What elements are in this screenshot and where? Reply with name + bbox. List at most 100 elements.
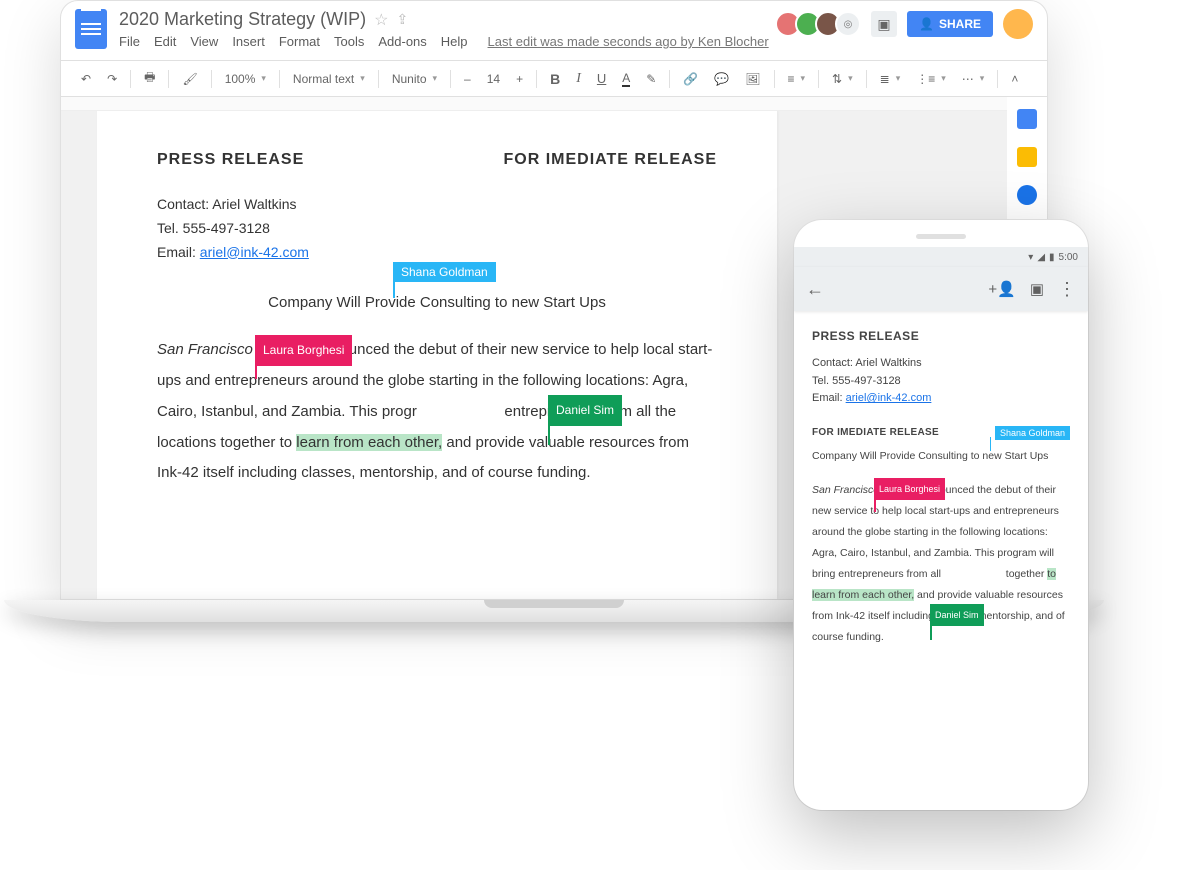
mobile-email-link[interactable]: ariel@ink-42.com — [846, 392, 932, 404]
menu-view[interactable]: View — [190, 34, 218, 49]
mobile-headline-b: to new Start Ups — [968, 450, 1049, 462]
back-icon[interactable]: ← — [806, 279, 824, 300]
share-label: SHARE — [939, 17, 981, 31]
italic-button[interactable]: I — [570, 67, 587, 91]
cursor-line-icon — [874, 492, 876, 512]
move-folder-icon[interactable]: ⇪ — [396, 11, 408, 28]
more-vert-icon[interactable]: ⋮ — [1058, 279, 1076, 300]
signal-icon: ◢ — [1037, 252, 1045, 263]
body-location: San Francisco — [157, 341, 253, 358]
collaborator-avatars: ◎ — [781, 11, 861, 37]
wifi-icon: ▾ — [1028, 252, 1033, 263]
align-button[interactable]: ≡ — [782, 68, 812, 90]
cursor-line-icon — [548, 415, 550, 445]
redo-button[interactable]: ↷ — [101, 68, 123, 90]
print-button[interactable]: 🖶 — [138, 64, 161, 93]
collaborator-cursor-daniel: Daniel Sim — [548, 395, 622, 426]
mobile-contact-tel: Tel. 555-497-3128 — [812, 373, 1070, 391]
header-right: ◎ ▣ 👤 SHARE — [781, 9, 1033, 39]
bold-button[interactable]: B — [544, 67, 566, 91]
profile-avatar[interactable] — [1003, 9, 1033, 39]
person-add-icon: 👤 — [919, 17, 934, 31]
font-size-decrease[interactable]: – — [458, 68, 477, 90]
mobile-body-b: together — [1006, 568, 1047, 580]
text-color-button[interactable]: A — [616, 67, 636, 91]
calendar-icon[interactable] — [1017, 109, 1037, 129]
font-size-input[interactable]: 14 — [481, 68, 506, 90]
star-icon[interactable]: ☆ — [374, 10, 388, 30]
collaborator-cursor-laura: Laura Borghesi — [255, 335, 352, 366]
ruler[interactable] — [61, 97, 1007, 111]
paint-format-button[interactable]: 🖌 — [176, 68, 203, 90]
last-edit-info[interactable]: Last edit was made seconds ago by Ken Bl… — [488, 34, 769, 49]
cursor-line-icon — [930, 618, 932, 640]
mobile-body-sf: San Francisco — [812, 484, 879, 496]
laptop-notch — [484, 600, 624, 608]
underline-button[interactable]: U — [591, 67, 612, 90]
immediate-release-heading: FOR IMEDIATE RELEASE — [504, 151, 718, 169]
press-release-heading: PRESS RELEASE — [157, 151, 304, 169]
phone-speaker — [916, 234, 966, 239]
menu-bar: File Edit View Insert Format Tools Add-o… — [119, 34, 769, 49]
zoom-select[interactable]: 100% — [219, 68, 272, 90]
menu-tools[interactable]: Tools — [334, 34, 364, 49]
headline-part-a: Company Will Provide Consulting — [268, 294, 491, 311]
title-block: 2020 Marketing Strategy (WIP) ☆ ⇪ File E… — [119, 9, 769, 49]
numbered-list-button[interactable]: ≣ — [874, 68, 907, 90]
mobile-body: Laura Borghesi Daniel Sim San Francisco … — [812, 480, 1070, 648]
line-spacing-button[interactable]: ⇅ — [826, 68, 859, 90]
mobile-press-release: PRESS RELEASE — [812, 329, 1070, 343]
paragraph-style-select[interactable]: Normal text — [287, 68, 371, 90]
contact-tel: Tel. 555-497-3128 — [157, 217, 717, 241]
contact-email-link[interactable]: ariel@ink-42.com — [200, 244, 309, 260]
tasks-icon[interactable] — [1017, 185, 1037, 205]
more-button[interactable]: ⋯ — [956, 68, 991, 90]
mobile-headline: Company Will Provide Consulting to new S… — [812, 450, 1070, 462]
battery-icon: ▮ — [1049, 252, 1055, 263]
share-button[interactable]: 👤 SHARE — [907, 11, 993, 37]
document-body: Laura Borghesi Daniel Sim San Francisco … — [157, 335, 717, 489]
cursor-line-icon — [393, 280, 395, 298]
bulleted-list-button[interactable]: ⋮≡ — [910, 68, 952, 90]
document-headline: Shana Goldman Company Will Provide Consu… — [157, 294, 717, 311]
person-add-icon[interactable]: +👤 — [988, 280, 1015, 298]
mobile-cursor-shana: Shana Goldman — [995, 426, 1070, 440]
cursor-line-icon — [990, 437, 992, 451]
highlight-button[interactable]: ✎ — [640, 68, 662, 90]
comment-icon[interactable]: ▣ — [1030, 280, 1044, 298]
undo-button[interactable]: ↶ — [75, 68, 97, 90]
insert-comment-button[interactable]: 💬 — [708, 68, 735, 90]
docs-logo-icon[interactable] — [75, 9, 107, 49]
document-page[interactable]: PRESS RELEASE FOR IMEDIATE RELEASE Conta… — [97, 111, 777, 599]
mobile-cursor-laura: Laura Borghesi — [874, 478, 945, 500]
menu-addons[interactable]: Add-ons — [378, 34, 426, 49]
insert-image-button[interactable]: 🖼 — [739, 68, 766, 90]
font-size-increase[interactable]: + — [510, 68, 529, 90]
highlighted-text: learn from each other, — [296, 434, 442, 451]
insert-link-button[interactable]: 🔗 — [677, 68, 704, 90]
comments-button[interactable]: ▣ — [871, 11, 897, 37]
menu-insert[interactable]: Insert — [232, 34, 265, 49]
collaborator-cursor-shana: Shana Goldman — [393, 262, 496, 282]
font-select[interactable]: Nunito — [386, 68, 443, 90]
phone-status-bar: ▾ ◢ ▮ 5:00 — [794, 247, 1088, 267]
phone-frame: ▾ ◢ ▮ 5:00 ← +👤 ▣ ⋮ PRESS RELEASE Contac… — [794, 220, 1088, 810]
email-label: Email: — [157, 244, 200, 260]
phone-toolbar: ← +👤 ▣ ⋮ — [794, 267, 1088, 311]
keep-icon[interactable] — [1017, 147, 1037, 167]
mobile-cursor-daniel: Daniel Sim — [930, 604, 984, 626]
contact-name: Contact: Ariel Waltkins — [157, 193, 717, 217]
menu-format[interactable]: Format — [279, 34, 320, 49]
side-panel — [1007, 97, 1047, 205]
document-title[interactable]: 2020 Marketing Strategy (WIP) — [119, 9, 366, 30]
phone-document[interactable]: PRESS RELEASE Contact: Ariel Waltkins Te… — [794, 311, 1088, 666]
menu-file[interactable]: File — [119, 34, 140, 49]
mobile-contact-name: Contact: Ariel Waltkins — [812, 355, 1070, 373]
cursor-line-icon — [255, 355, 257, 379]
avatar-anon[interactable]: ◎ — [835, 11, 861, 37]
menu-help[interactable]: Help — [441, 34, 468, 49]
formatting-toolbar: ↶ ↷ 🖶 🖌 100% Normal text Nunito – 14 + B… — [61, 61, 1047, 97]
menu-edit[interactable]: Edit — [154, 34, 176, 49]
contact-email-line: Email: ariel@ink-42.com — [157, 241, 717, 265]
hide-menus-button[interactable]: ˄ — [1005, 68, 1024, 90]
